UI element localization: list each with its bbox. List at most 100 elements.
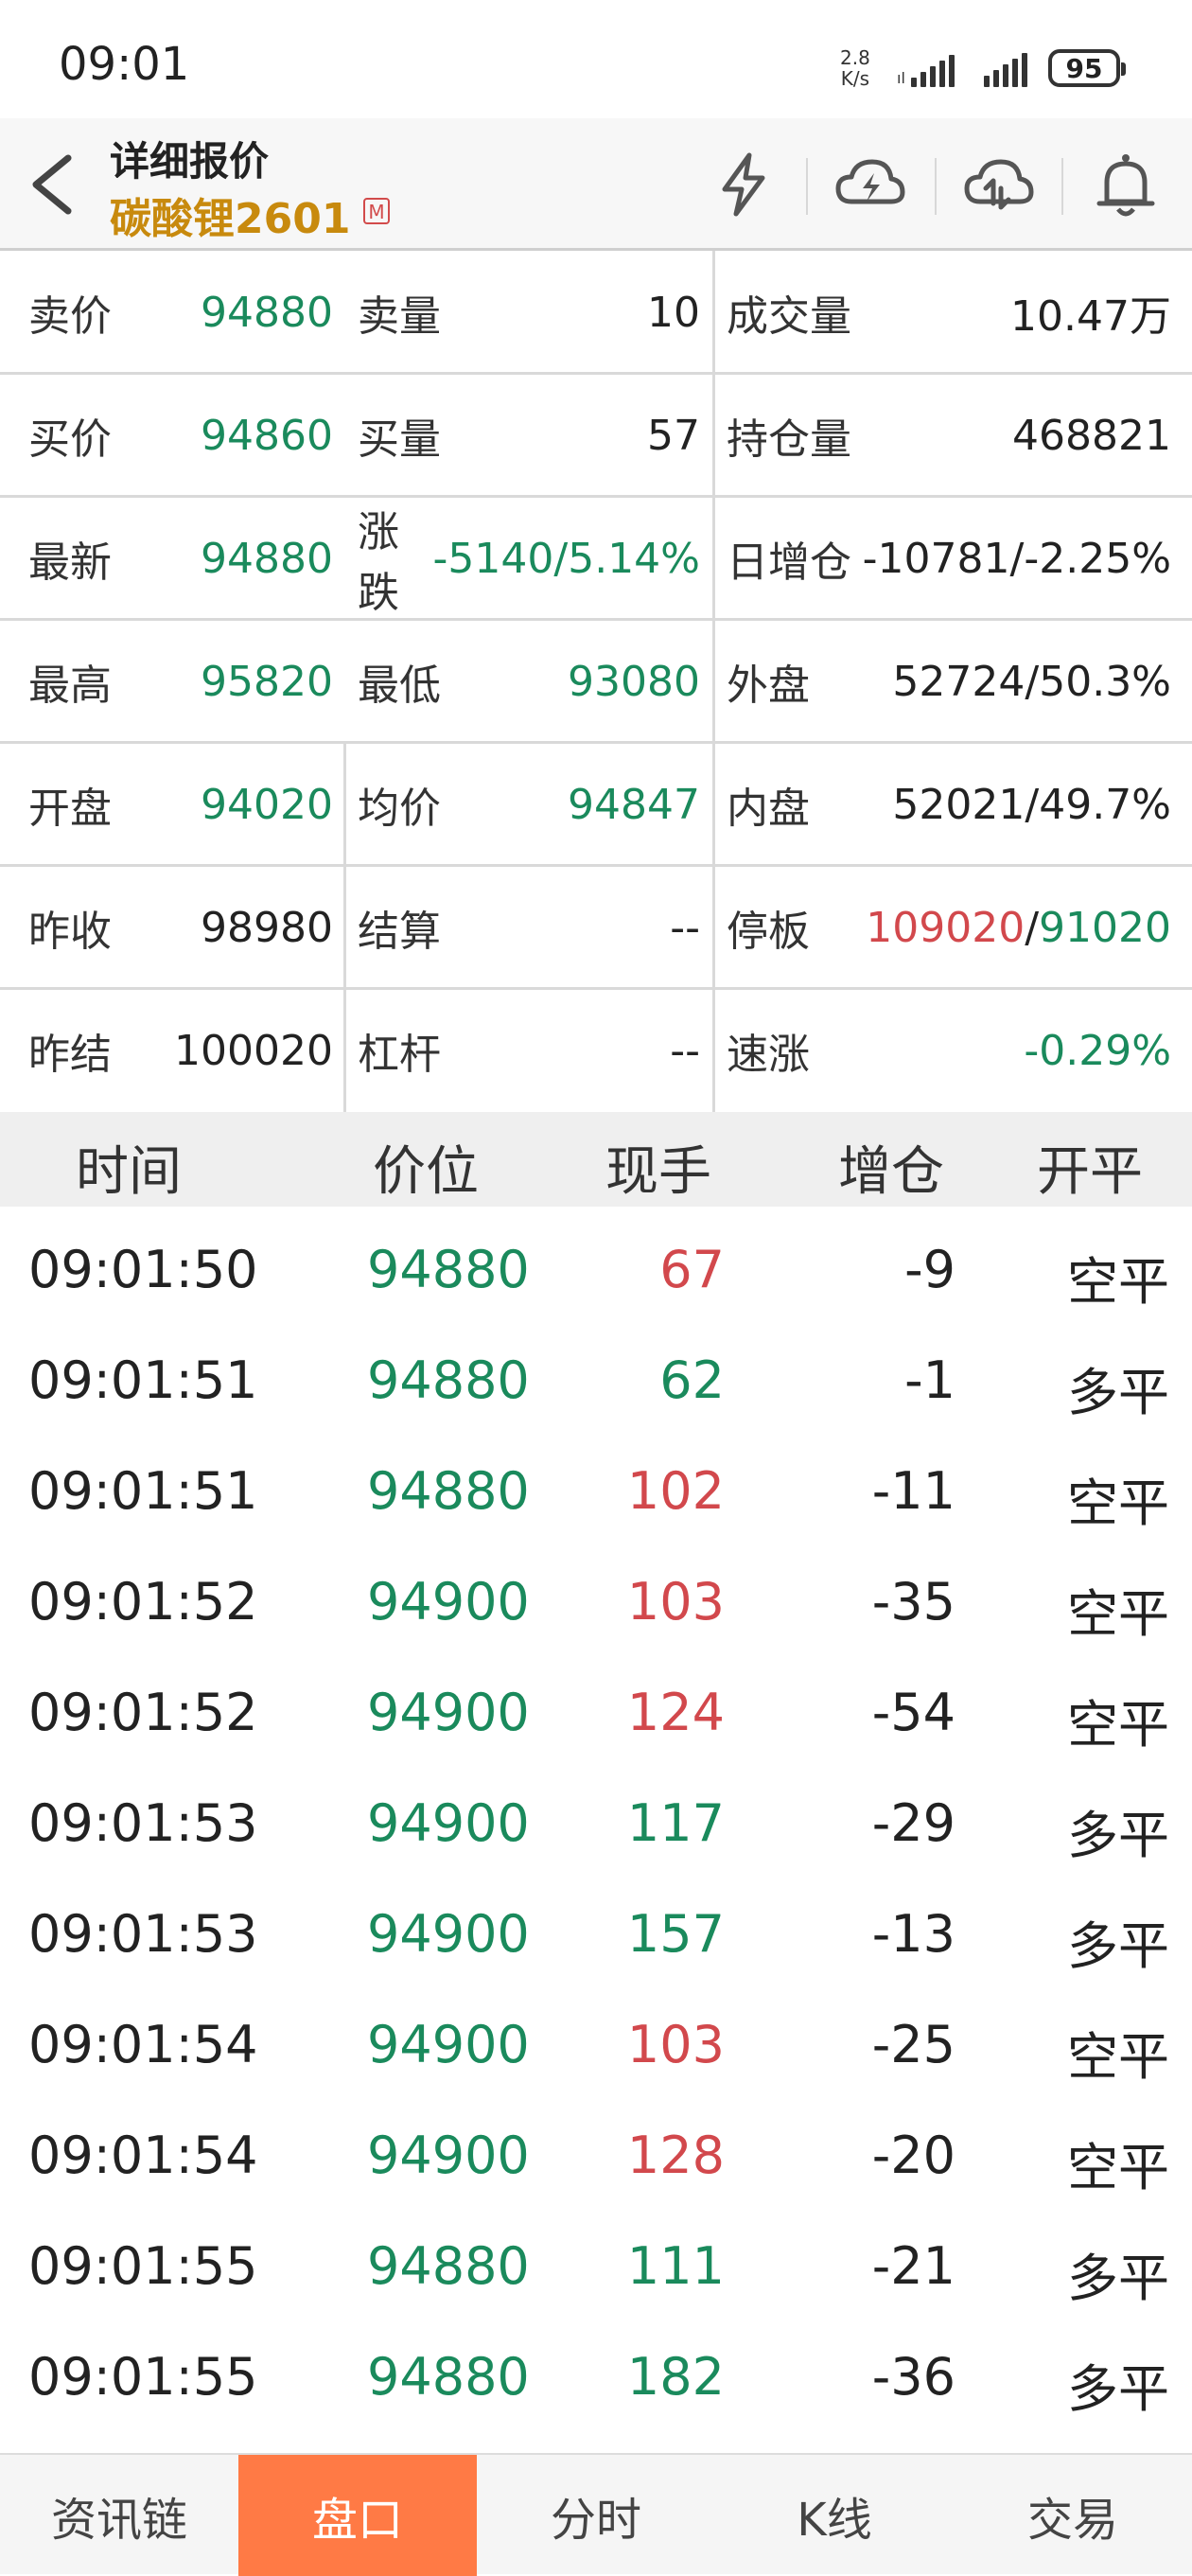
table-row: 09:01:53 94900 157 -13 多平 — [0, 1876, 1192, 1986]
trade-volume: 124 — [626, 1683, 725, 1742]
table-row: 09:01:52 94900 124 -54 空平 — [0, 1654, 1192, 1765]
flash-button[interactable] — [706, 147, 781, 222]
trade-time: 09:01:54 — [28, 2015, 258, 2074]
quote-prev-close: 昨收 98980 — [28, 903, 333, 957]
trade-price: 94900 — [367, 2126, 530, 2185]
tab-intraday[interactable]: 分时 — [477, 2455, 715, 2576]
trade-type: 空平 — [1067, 1584, 1169, 1644]
trades-table-header: 时间 价位 现手 增仓 开平 — [0, 1112, 1192, 1207]
trade-time: 09:01:53 — [28, 1904, 258, 1964]
trade-volume: 103 — [626, 2015, 725, 2074]
cloud-flash-button[interactable] — [833, 147, 908, 222]
tab-order-book[interactable]: 盘口 — [238, 2455, 477, 2576]
quote-avg-price: 均价 94847 — [358, 780, 700, 834]
alert-button[interactable] — [1088, 147, 1164, 222]
trade-type: 多平 — [1067, 1806, 1169, 1865]
quote-high: 最高 95820 — [28, 657, 333, 711]
trade-time: 09:01:55 — [28, 2347, 258, 2407]
trade-volume: 117 — [626, 1793, 725, 1853]
quote-change: 涨跌 -5140/5.14% — [358, 508, 700, 617]
trade-time: 09:01:53 — [28, 1793, 258, 1853]
quote-open: 开盘 94020 — [28, 780, 333, 834]
quote-ask-volume: 卖量 10 — [358, 288, 700, 342]
quote-outer-volume: 外盘 52724/50.3% — [727, 657, 1171, 711]
net-speed-value: 2.8 — [840, 46, 870, 69]
trade-time: 09:01:52 — [28, 1683, 258, 1742]
table-row: 09:01:50 94880 67 -9 空平 — [0, 1211, 1192, 1322]
trades-table-body: 09:01:50 94880 67 -9 空平 09:01:51 94880 62 -1 多平 09… — [0, 1211, 1192, 2442]
header-bar: 详细报价 碳酸锂2601 M — [0, 118, 1192, 251]
trade-type: 多平 — [1067, 2359, 1169, 2419]
column-header-type: 开平 — [1037, 1141, 1143, 1203]
trade-price: 94900 — [367, 1683, 530, 1742]
trade-volume: 128 — [626, 2126, 725, 2185]
table-row: 09:01:52 94900 103 -35 空平 — [0, 1544, 1192, 1654]
status-clock: 09:01 — [59, 38, 190, 91]
tab-trade[interactable]: 交易 — [954, 2455, 1192, 2576]
grid-divider — [712, 251, 715, 1112]
trade-time: 09:01:50 — [28, 1240, 258, 1299]
lightning-icon — [722, 152, 765, 217]
trade-volume: 182 — [626, 2347, 725, 2407]
trade-oi-change: -29 — [871, 1793, 955, 1853]
trade-volume: 111 — [626, 2236, 725, 2296]
quote-inner-volume: 内盘 52021/49.7% — [727, 780, 1171, 834]
trade-price: 94900 — [367, 1793, 530, 1853]
quote-settlement: 结算 -- — [358, 903, 700, 957]
column-header-price: 价位 — [373, 1141, 479, 1203]
back-button[interactable] — [25, 154, 78, 215]
cloud-sync-button[interactable] — [961, 147, 1037, 222]
trade-type: 空平 — [1067, 2027, 1169, 2087]
trade-time: 09:01:51 — [28, 1461, 258, 1521]
quote-grid: 卖价 94880 卖量 10 成交量 10.47万 买价 94860 买量 57 持仓量 4… — [0, 251, 1192, 1112]
trade-time: 09:01:55 — [28, 2236, 258, 2296]
table-row: 09:01:53 94900 117 -29 多平 — [0, 1765, 1192, 1876]
trade-type: 空平 — [1067, 1473, 1169, 1533]
trade-oi-change: -9 — [904, 1240, 955, 1299]
quote-daily-oi-change: 日增仓 -10781/-2.25% — [727, 534, 1171, 588]
trade-price: 94880 — [367, 1240, 530, 1299]
trade-oi-change: -25 — [871, 2015, 955, 2074]
limit-separator: / — [1025, 903, 1040, 952]
table-row: 09:01:54 94900 103 -25 空平 — [0, 1986, 1192, 2097]
quote-volume: 成交量 10.47万 — [727, 292, 1171, 341]
trade-oi-change: -20 — [871, 2126, 955, 2185]
trade-time: 09:01:51 — [28, 1350, 258, 1410]
trade-oi-change: -35 — [871, 1572, 955, 1632]
header-divider — [1061, 158, 1063, 215]
quote-low: 最低 93080 — [358, 657, 700, 711]
tab-kline[interactable]: K线 — [715, 2455, 954, 2576]
quote-bid-price: 买价 94860 — [28, 411, 333, 465]
trade-price: 94880 — [367, 1461, 530, 1521]
trade-oi-change: -36 — [871, 2347, 955, 2407]
instrument-name: 碳酸锂2601 — [110, 195, 351, 243]
tab-news-chain[interactable]: 资讯链 — [0, 2455, 238, 2576]
trade-type: 多平 — [1067, 1916, 1169, 1976]
column-header-oi: 增仓 — [838, 1141, 944, 1203]
trade-price: 94900 — [367, 2015, 530, 2074]
trade-volume: 67 — [659, 1240, 725, 1299]
net-speed-unit: K/s — [840, 67, 870, 90]
quote-speed-change: 速涨 -0.29% — [727, 1026, 1171, 1080]
trade-volume: 102 — [626, 1461, 725, 1521]
trade-price: 94900 — [367, 1572, 530, 1632]
battery-level: 95 — [1065, 52, 1103, 84]
header-divider — [935, 158, 937, 215]
quote-price-limits: 停板 109020/91020 — [727, 903, 1171, 957]
bottom-nav: 资讯链 盘口 分时 K线 交易 — [0, 2453, 1192, 2576]
table-row: 09:01:55 94880 182 -36 多平 — [0, 2319, 1192, 2429]
net-speed: 2.8 K/s — [840, 47, 870, 89]
trade-time: 09:01:54 — [28, 2126, 258, 2185]
table-row: 09:01:55 94880 111 -21 多平 — [0, 2208, 1192, 2319]
table-row: 09:01:54 94900 128 -20 空平 — [0, 2097, 1192, 2208]
quote-bid-volume: 买量 57 — [358, 411, 700, 465]
chevron-left-icon — [32, 154, 72, 215]
trade-type: 空平 — [1067, 2138, 1169, 2197]
trade-price: 94900 — [367, 1904, 530, 1964]
battery-icon: 95 — [1048, 49, 1126, 87]
grid-divider — [343, 741, 346, 1112]
page-title: 详细报价 — [110, 138, 270, 185]
quote-ask-price: 卖价 94880 — [28, 288, 333, 342]
limit-up: 109020 — [866, 903, 1025, 952]
column-header-volume: 现手 — [605, 1141, 711, 1203]
